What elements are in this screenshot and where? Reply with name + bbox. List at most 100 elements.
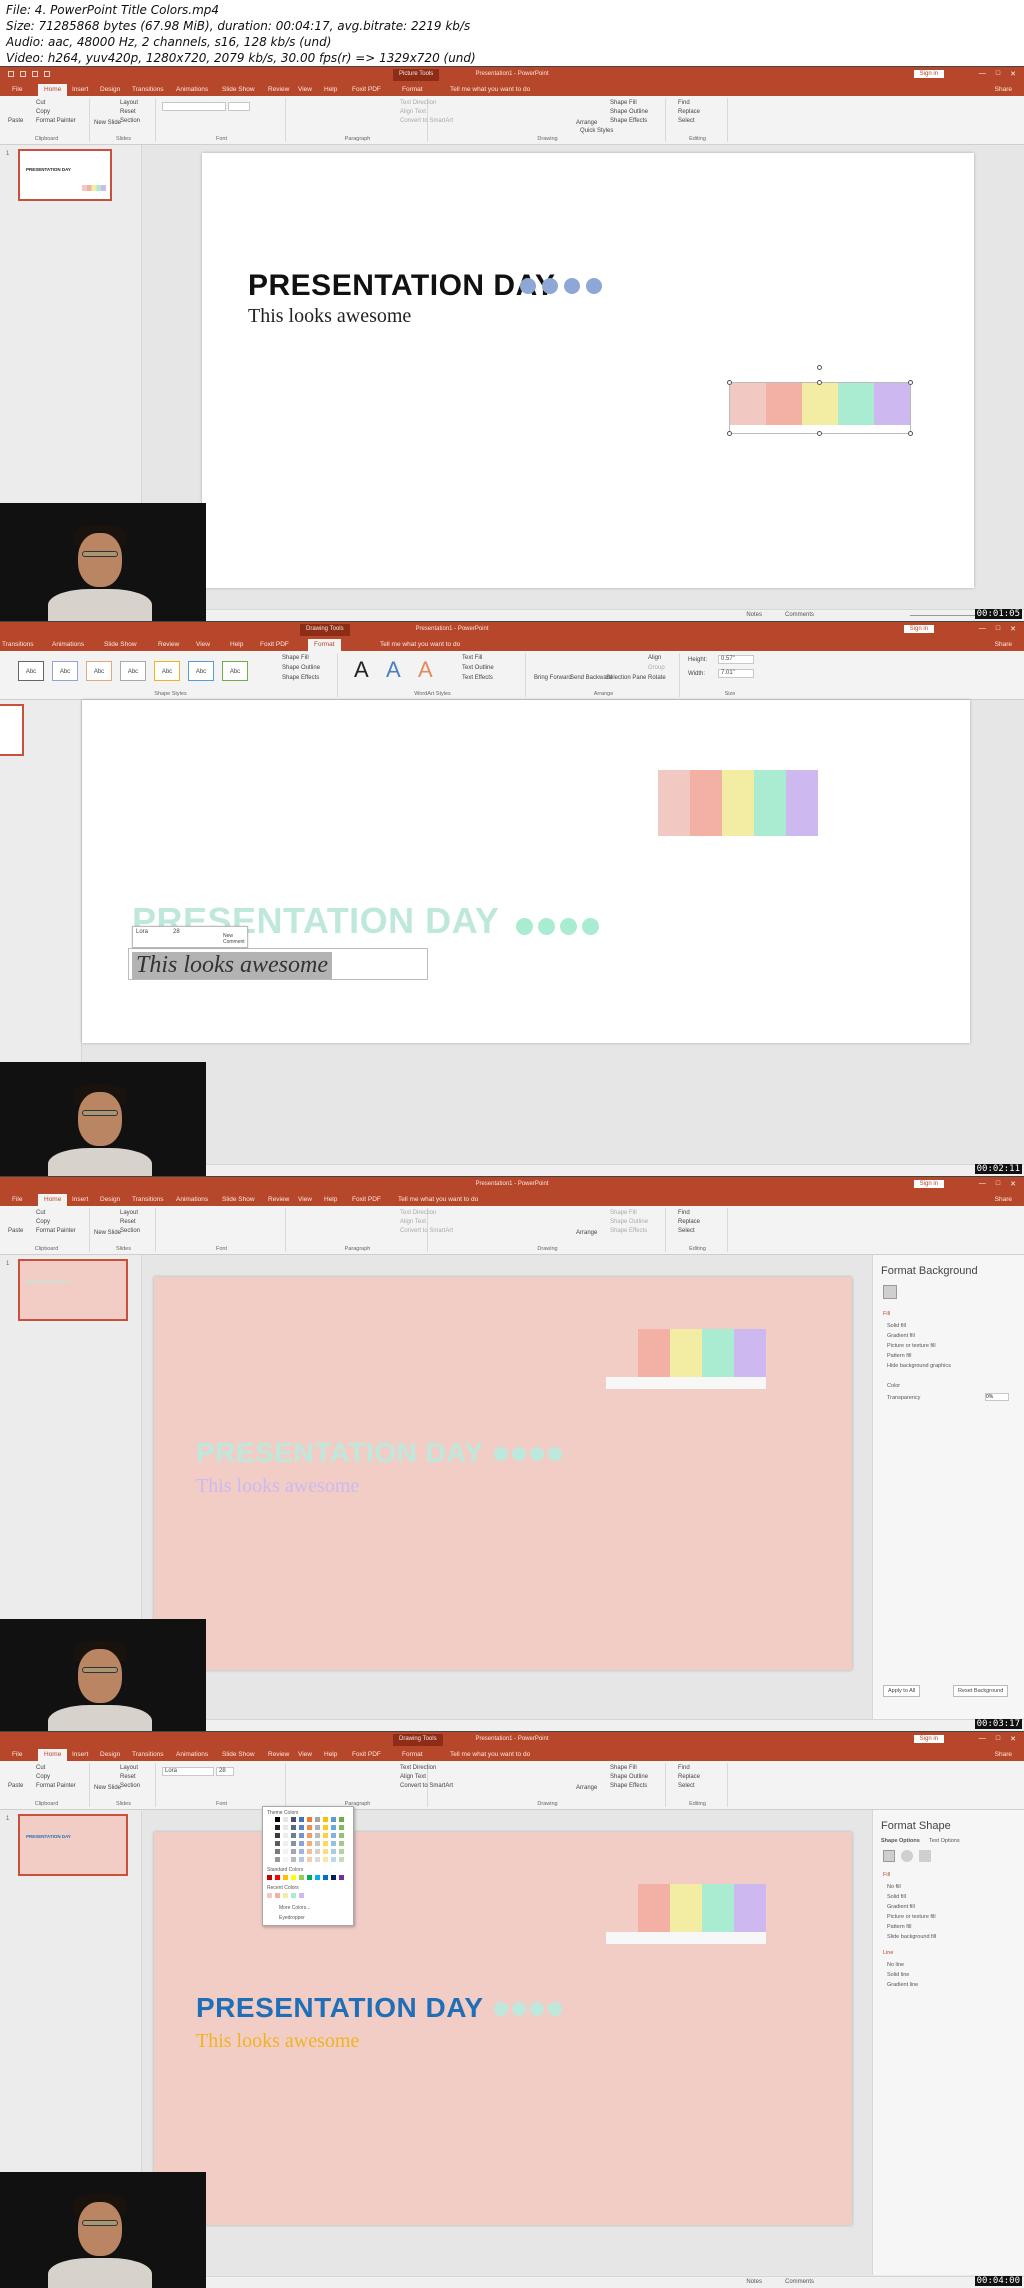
size-properties-icon[interactable] xyxy=(919,1850,931,1862)
standard-color-swatch[interactable] xyxy=(331,1875,336,1880)
theme-color-swatch[interactable] xyxy=(339,1849,344,1854)
paste-button[interactable]: Paste xyxy=(8,1783,23,1789)
theme-color-swatch[interactable] xyxy=(331,1817,336,1822)
standard-color-swatch[interactable] xyxy=(307,1875,312,1880)
tab-slide-show[interactable]: Slide Show xyxy=(222,86,255,93)
width-input[interactable]: 7.01" xyxy=(718,669,754,678)
copy-button[interactable]: Copy xyxy=(36,1774,50,1780)
tab-design[interactable]: Design xyxy=(100,1751,120,1758)
tab-review[interactable]: Review xyxy=(158,641,179,648)
format-painter-button[interactable]: Format Painter xyxy=(36,1783,76,1789)
theme-color-swatch[interactable] xyxy=(275,1857,280,1862)
tab-insert[interactable]: Insert xyxy=(72,86,88,93)
tell-me-box[interactable]: Tell me what you want to do xyxy=(450,86,530,93)
palette-swatch[interactable] xyxy=(690,770,722,836)
theme-color-swatch[interactable] xyxy=(323,1857,328,1862)
palette-swatch[interactable] xyxy=(670,1884,702,1932)
tab-foxit-pdf[interactable]: Foxit PDF xyxy=(260,641,289,648)
tab-help[interactable]: Help xyxy=(324,86,337,93)
sign-in-button[interactable]: Sign in xyxy=(913,1735,944,1743)
minimize-icon[interactable]: — xyxy=(979,1180,986,1188)
tab-file[interactable]: File xyxy=(12,1751,22,1758)
wordart-preset[interactable]: A xyxy=(418,657,433,683)
resize-handle[interactable] xyxy=(817,380,822,385)
close-icon[interactable]: ✕ xyxy=(1010,70,1016,78)
slide-title[interactable]: PRESENTATION DAY xyxy=(196,1437,484,1469)
arrange-button[interactable]: Arrange xyxy=(576,120,597,126)
shape-style-preset[interactable]: Abc xyxy=(222,661,248,681)
theme-color-swatch[interactable] xyxy=(315,1833,320,1838)
standard-color-swatch[interactable] xyxy=(283,1875,288,1880)
select-button[interactable]: Select xyxy=(678,1783,695,1789)
shape-effects-button[interactable]: Shape Effects xyxy=(610,1228,647,1234)
align-text-button[interactable]: Align Text xyxy=(400,1219,426,1225)
comments-button[interactable]: Comments xyxy=(785,2279,814,2285)
theme-color-swatch[interactable] xyxy=(275,1841,280,1846)
solid-fill-radio[interactable]: Solid fill xyxy=(887,1894,906,1900)
tab-review[interactable]: Review xyxy=(268,1751,289,1758)
picture-fill-radio[interactable]: Picture or texture fill xyxy=(887,1914,936,1920)
standard-color-swatch[interactable] xyxy=(267,1875,272,1880)
palette-swatch[interactable] xyxy=(702,1884,734,1932)
slide-subtitle[interactable]: This looks awesome xyxy=(196,2030,359,2053)
solid-line-radio[interactable]: Solid line xyxy=(887,1972,909,1978)
font-name-box[interactable] xyxy=(162,102,226,111)
theme-color-swatch[interactable] xyxy=(307,1817,312,1822)
line-section[interactable]: Line xyxy=(883,1950,893,1956)
tab-format[interactable]: Format xyxy=(402,1751,423,1758)
replace-button[interactable]: Replace xyxy=(678,109,700,115)
tell-me-box[interactable]: Tell me what you want to do xyxy=(380,641,460,648)
new-slide-button[interactable]: New Slide xyxy=(94,1785,121,1791)
close-icon[interactable]: ✕ xyxy=(1010,1180,1016,1188)
paste-button[interactable]: Paste xyxy=(8,118,23,124)
resize-handle[interactable] xyxy=(727,431,732,436)
reset-button[interactable]: Reset xyxy=(120,109,136,115)
tab-help[interactable]: Help xyxy=(324,1196,337,1203)
tab-format[interactable]: Format xyxy=(402,86,423,93)
selection-pane-button[interactable]: Selection Pane xyxy=(606,675,646,681)
palette-swatch[interactable] xyxy=(658,770,690,836)
solid-fill-radio[interactable]: Solid fill xyxy=(887,1323,906,1329)
theme-color-swatch[interactable] xyxy=(307,1825,312,1830)
shape-style-preset[interactable]: Abc xyxy=(120,661,146,681)
shape-style-preset[interactable]: Abc xyxy=(18,661,44,681)
tell-me-box[interactable]: Tell me what you want to do xyxy=(398,1196,478,1203)
tab-file[interactable]: File xyxy=(12,1196,22,1203)
tab-design[interactable]: Design xyxy=(100,86,120,93)
shape-style-preset[interactable]: Abc xyxy=(188,661,214,681)
theme-color-swatch[interactable] xyxy=(283,1833,288,1838)
find-button[interactable]: Find xyxy=(678,1210,690,1216)
fill-section[interactable]: Fill xyxy=(883,1311,890,1317)
tab-file[interactable]: File xyxy=(12,86,22,93)
select-button[interactable]: Select xyxy=(678,1228,695,1234)
theme-color-swatch[interactable] xyxy=(291,1817,296,1822)
standard-color-swatch[interactable] xyxy=(275,1875,280,1880)
replace-button[interactable]: Replace xyxy=(678,1219,700,1225)
theme-color-swatch[interactable] xyxy=(291,1833,296,1838)
bring-forward-button[interactable]: Bring Forward xyxy=(534,675,572,681)
theme-color-swatch[interactable] xyxy=(291,1825,296,1830)
tab-slide-show[interactable]: Slide Show xyxy=(222,1751,255,1758)
tab-view[interactable]: View xyxy=(298,86,312,93)
palette-swatch[interactable] xyxy=(670,1329,702,1377)
effects-icon[interactable] xyxy=(901,1850,913,1862)
paste-button[interactable]: Paste xyxy=(8,1228,23,1234)
palette-swatch[interactable] xyxy=(722,770,754,836)
no-fill-radio[interactable]: No fill xyxy=(887,1884,901,1890)
slide-subtitle[interactable]: This looks awesome xyxy=(196,1475,359,1498)
tab-view[interactable]: View xyxy=(196,641,210,648)
slide-thumbnail[interactable]: PRESENTATION DAY xyxy=(18,1259,128,1321)
close-icon[interactable]: ✕ xyxy=(1010,625,1016,633)
slide[interactable]: PRESENTATION DAY This looks awesome xyxy=(202,153,974,588)
theme-color-swatch[interactable] xyxy=(331,1841,336,1846)
cut-button[interactable]: Cut xyxy=(36,100,45,106)
font-size-box[interactable]: 28 xyxy=(216,1767,234,1776)
theme-color-swatch[interactable] xyxy=(283,1849,288,1854)
theme-color-swatch[interactable] xyxy=(291,1841,296,1846)
gradient-line-radio[interactable]: Gradient line xyxy=(887,1982,918,1988)
theme-color-swatch[interactable] xyxy=(315,1849,320,1854)
share-button[interactable]: Share xyxy=(995,86,1012,93)
recent-color-swatch[interactable] xyxy=(283,1893,288,1898)
pattern-fill-radio[interactable]: Pattern fill xyxy=(887,1924,911,1930)
slide-thumbnail[interactable] xyxy=(0,704,24,756)
